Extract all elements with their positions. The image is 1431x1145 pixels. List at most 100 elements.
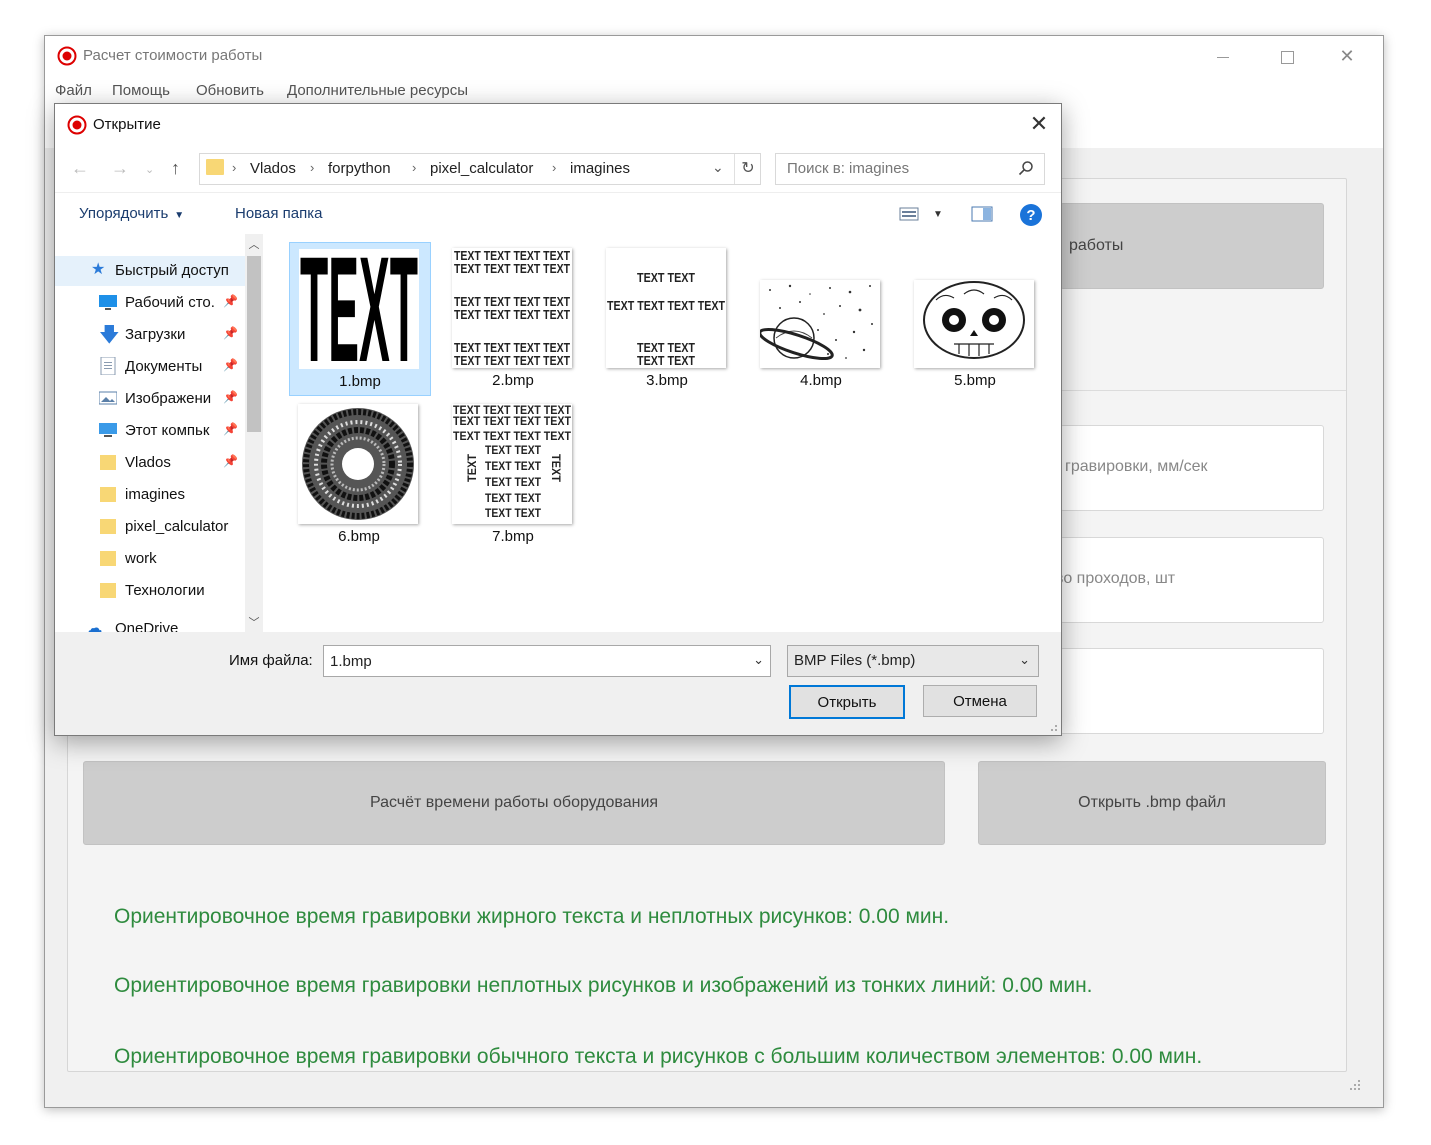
preview-pane-icon[interactable] xyxy=(971,206,993,222)
search-placeholder: Поиск в: imagines xyxy=(787,160,910,177)
address-dropdown-icon[interactable]: ⌄ xyxy=(712,159,724,176)
file-item-5[interactable]: 5.bmp xyxy=(905,242,1045,394)
filetype-select[interactable]: BMP Files (*.bmp) ⌄ xyxy=(787,645,1039,677)
scrollbar-thumb[interactable] xyxy=(247,256,261,432)
pin-icon: 📌 xyxy=(223,454,238,468)
filename-input[interactable]: 1.bmp ⌄ xyxy=(323,645,771,677)
sidebar-item-imagines[interactable]: imagines xyxy=(55,480,245,510)
calc-time-button[interactable]: Расчёт времени работы оборудования xyxy=(83,761,945,845)
filename-label: Имя файла: xyxy=(229,652,313,669)
svg-text:?: ? xyxy=(1026,207,1035,224)
dialog-resize-grip-icon[interactable] xyxy=(1047,721,1057,731)
app-title: Расчет стоимости работы xyxy=(83,47,263,64)
file-item-1[interactable]: TEXT 1.bmp xyxy=(289,242,431,396)
sidebar-item-downloads[interactable]: 🡇 Загрузки 📌 xyxy=(55,320,245,350)
refresh-icon[interactable]: ↻ xyxy=(734,154,761,184)
sidebar-item-pixel-calculator[interactable]: pixel_calculator xyxy=(55,512,245,542)
passes-count-field[interactable]: во проходов, шт xyxy=(1055,537,1324,623)
forward-arrow-icon[interactable]: → xyxy=(111,158,129,179)
breadcrumb-pixel-calculator[interactable]: pixel_calculator xyxy=(430,160,533,177)
resize-grip-icon[interactable] xyxy=(1347,1077,1361,1091)
file-thumbnail xyxy=(298,404,418,524)
open-bmp-label: Открыть .bmp файл xyxy=(1078,794,1226,811)
folder-icon xyxy=(100,583,116,598)
sidebar-item-technologies[interactable]: Технологии xyxy=(55,576,245,606)
open-bmp-button[interactable]: Открыть .bmp файл xyxy=(978,761,1326,845)
sidebar-item-work[interactable]: work xyxy=(55,544,245,574)
ring-pattern-thumbnail xyxy=(302,408,414,520)
view-options-icon[interactable] xyxy=(899,206,921,222)
dialog-title: Открытие xyxy=(93,116,161,133)
calc-time-label: Расчёт времени работы оборудования xyxy=(369,794,659,811)
menu-resources[interactable]: Дополнительные ресурсы xyxy=(287,82,468,99)
pin-icon: 📌 xyxy=(223,326,238,340)
file-name: 1.bmp xyxy=(339,373,381,390)
breadcrumb-forpython[interactable]: forpython xyxy=(328,160,391,177)
caret-down-icon: ▼ xyxy=(174,210,185,221)
svg-text:TEXT TEXT TEXT TEXT: TEXT TEXT TEXT TEXT xyxy=(607,298,725,313)
open-button[interactable]: Открыть xyxy=(789,685,905,719)
chevron-right-icon: › xyxy=(552,160,557,175)
back-arrow-icon[interactable]: ← xyxy=(71,158,89,179)
cost-button[interactable]: работы xyxy=(1060,203,1324,289)
file-item-4[interactable]: 4.bmp xyxy=(751,242,891,394)
file-thumbnail xyxy=(760,280,880,368)
sidebar-item-documents[interactable]: Документы 📌 xyxy=(55,352,245,382)
scroll-up-icon[interactable]: ︿ xyxy=(245,236,263,254)
file-item-6[interactable]: 6.bmp xyxy=(289,398,429,550)
svg-text:TEXT TEXT TEXT TEXT: TEXT TEXT TEXT TEXT xyxy=(453,414,572,428)
sidebar-item-quick-access[interactable]: ★ Быстрый доступ xyxy=(55,256,245,286)
extra-field[interactable] xyxy=(1060,648,1324,734)
file-item-3[interactable]: TEXT TEXT TEXT TEXT TEXT TEXT TEXT TEXT … xyxy=(597,242,737,394)
dialog-footer: Имя файла: 1.bmp ⌄ BMP Files (*.bmp) ⌄ О… xyxy=(55,632,1061,735)
new-folder-button[interactable]: Новая папка xyxy=(235,205,322,222)
minimize-button[interactable] xyxy=(1193,36,1253,76)
filetype-value: BMP Files (*.bmp) xyxy=(794,652,916,669)
breadcrumb-vlados[interactable]: Vlados xyxy=(250,160,296,177)
maximize-button[interactable] xyxy=(1257,36,1317,76)
up-arrow-icon[interactable]: ↑ xyxy=(171,158,180,179)
file-item-7[interactable]: TEXT TEXT TEXT TEXT TEXT TEXT TEXT TEXT … xyxy=(443,398,583,550)
menu-help[interactable]: Помощь xyxy=(112,82,170,99)
search-icon xyxy=(1018,161,1033,176)
sidebar-scrollbar[interactable]: ︿ ﹀ xyxy=(245,234,263,632)
result-line-thin: Ориентировочное время гравировки неплотн… xyxy=(114,974,1093,997)
chevron-right-icon: › xyxy=(232,160,237,175)
file-item-2[interactable]: TEXT TEXT TEXT TEXT TEXT TEXT TEXT TEXT … xyxy=(443,242,583,394)
text-grid-thumbnail: TEXT TEXT TEXT TEXT TEXT TEXT TEXT TEXT … xyxy=(454,248,570,368)
svg-text:TEXT TEXT: TEXT TEXT xyxy=(637,353,695,368)
dialog-close-button[interactable]: ✕ xyxy=(1027,112,1051,136)
engrave-speed-field[interactable]: гравировки, мм/сек xyxy=(1060,425,1324,511)
svg-text:TEXT TEXT TEXT TEXT: TEXT TEXT TEXT TEXT xyxy=(453,429,572,443)
sidebar-item-desktop[interactable]: Рабочий сто. 📌 xyxy=(55,288,245,318)
cancel-button[interactable]: Отмена xyxy=(923,685,1037,717)
search-input[interactable]: Поиск в: imagines xyxy=(775,153,1045,185)
pin-icon: 📌 xyxy=(223,422,238,436)
skull-thumbnail xyxy=(923,281,1025,359)
organize-button[interactable]: Упорядочить ▼ xyxy=(79,205,184,222)
svg-text:TEXT TEXT: TEXT TEXT xyxy=(485,443,542,457)
address-bar[interactable]: › Vlados › forpython › pixel_calculator … xyxy=(199,153,761,185)
text-thumbnail-image: TEXT xyxy=(300,249,418,369)
sidebar-item-this-pc[interactable]: Этот компьк 📌 xyxy=(55,416,245,446)
open-button-label: Открыть xyxy=(817,693,877,711)
close-button[interactable]: ✕ xyxy=(1317,36,1377,76)
planet-thumbnail xyxy=(760,284,873,361)
menu-refresh[interactable]: Обновить xyxy=(196,82,264,99)
filename-value: 1.bmp xyxy=(330,653,372,670)
sidebar-item-onedrive[interactable]: ☁ OneDrive xyxy=(55,618,245,632)
help-icon[interactable]: ? xyxy=(1019,203,1043,227)
recent-dropdown-icon[interactable]: ⌄ xyxy=(145,163,154,176)
star-icon: ★ xyxy=(91,261,106,278)
dialog-titlebar: Открытие ✕ xyxy=(55,104,1061,144)
chevron-down-icon[interactable]: ⌄ xyxy=(753,652,764,668)
folder-icon xyxy=(100,487,116,502)
view-dropdown-icon[interactable]: ▼ xyxy=(933,209,943,220)
scroll-down-icon[interactable]: ﹀ xyxy=(245,614,263,632)
file-thumbnail: TEXT TEXT TEXT TEXT TEXT TEXT TEXT TEXT … xyxy=(452,248,572,368)
sidebar-label: Технологии xyxy=(125,582,205,599)
sidebar-item-vlados[interactable]: Vlados 📌 xyxy=(55,448,245,478)
menu-file[interactable]: Файл xyxy=(55,82,92,99)
sidebar-item-pictures[interactable]: Изображени 📌 xyxy=(55,384,245,414)
breadcrumb-imagines[interactable]: imagines xyxy=(570,160,630,177)
